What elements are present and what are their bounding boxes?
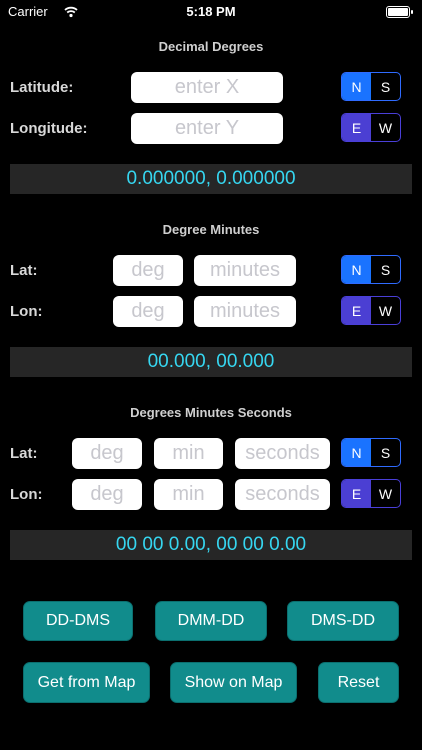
dms-lon-label: Lon: xyxy=(10,486,43,503)
dd-longitude-input[interactable]: enter Y xyxy=(131,113,283,144)
dms-lon-ew-segment[interactable]: E W xyxy=(341,479,401,508)
segment-e[interactable]: E xyxy=(342,114,371,141)
dms-lon-seconds-input[interactable]: seconds xyxy=(235,479,330,510)
section-title-dd: Decimal Degrees xyxy=(158,39,264,54)
dd-longitude-label: Longitude: xyxy=(10,120,88,137)
dd-latitude-input[interactable]: enter X xyxy=(131,72,283,103)
dms-dd-button[interactable]: DMS-DD xyxy=(287,601,399,641)
segment-n[interactable]: N xyxy=(342,73,371,100)
dms-lat-label: Lat: xyxy=(10,445,38,462)
segment-s[interactable]: S xyxy=(371,73,400,100)
dms-lat-deg-input[interactable]: deg xyxy=(72,438,142,469)
dd-dms-button[interactable]: DD-DMS xyxy=(23,601,133,641)
dmm-lon-deg-input[interactable]: deg xyxy=(113,296,183,327)
dms-lat-seconds-input[interactable]: seconds xyxy=(235,438,330,469)
get-from-map-button[interactable]: Get from Map xyxy=(23,662,150,703)
segment-w[interactable]: W xyxy=(371,480,400,507)
segment-w[interactable]: W xyxy=(371,297,400,324)
segment-e[interactable]: E xyxy=(342,480,371,507)
dmm-result: 00.000, 00.000 xyxy=(10,347,412,377)
dms-lat-min-input[interactable]: min xyxy=(154,438,223,469)
dd-lon-ew-segment[interactable]: E W xyxy=(341,113,401,142)
dmm-lon-minutes-input[interactable]: minutes xyxy=(194,296,296,327)
section-title-dmm: Degree Minutes xyxy=(162,222,260,237)
dmm-lat-deg-input[interactable]: deg xyxy=(113,255,183,286)
dd-result: 0.000000, 0.000000 xyxy=(10,164,412,194)
section-title-dms: Degrees Minutes Seconds xyxy=(130,405,292,420)
segment-w[interactable]: W xyxy=(371,114,400,141)
dd-latitude-label: Latitude: xyxy=(10,79,74,96)
dmm-lon-label: Lon: xyxy=(10,303,43,320)
segment-n[interactable]: N xyxy=(342,439,371,466)
dmm-lat-label: Lat: xyxy=(10,262,38,279)
segment-s[interactable]: S xyxy=(371,439,400,466)
dmm-dd-button[interactable]: DMM-DD xyxy=(155,601,267,641)
dd-lat-ns-segment[interactable]: N S xyxy=(341,72,401,101)
show-on-map-button[interactable]: Show on Map xyxy=(170,662,297,703)
dms-lat-ns-segment[interactable]: N S xyxy=(341,438,401,467)
dmm-lat-ns-segment[interactable]: N S xyxy=(341,255,401,284)
dms-lon-min-input[interactable]: min xyxy=(154,479,223,510)
segment-n[interactable]: N xyxy=(342,256,371,283)
dms-lon-deg-input[interactable]: deg xyxy=(72,479,142,510)
segment-e[interactable]: E xyxy=(342,297,371,324)
status-time: 5:18 PM xyxy=(186,4,236,19)
reset-button[interactable]: Reset xyxy=(318,662,399,703)
dmm-lat-minutes-input[interactable]: minutes xyxy=(194,255,296,286)
segment-s[interactable]: S xyxy=(371,256,400,283)
dmm-lon-ew-segment[interactable]: E W xyxy=(341,296,401,325)
dms-result: 00 00 0.00, 00 00 0.00 xyxy=(10,530,412,560)
battery-icon xyxy=(386,6,413,18)
